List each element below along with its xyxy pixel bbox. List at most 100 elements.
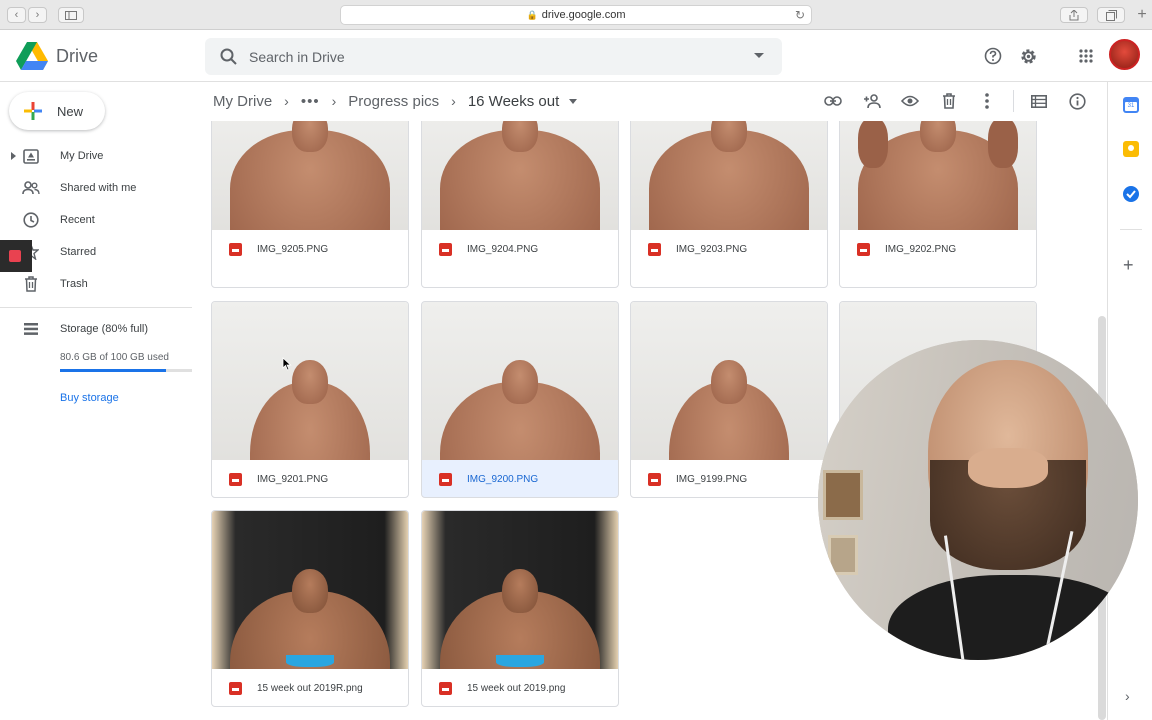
head-figure	[292, 569, 328, 613]
file-card[interactable]: IMG_9204.PNG	[421, 121, 619, 288]
file-thumbnail[interactable]	[212, 302, 408, 460]
people-icon	[22, 180, 40, 196]
avatar[interactable]	[1109, 39, 1140, 70]
file-thumbnail[interactable]	[422, 302, 618, 460]
file-thumbnail[interactable]	[631, 121, 827, 230]
back-button[interactable]: ‹	[7, 7, 26, 23]
file-thumbnail[interactable]	[212, 511, 408, 669]
new-tab-button[interactable]: +	[1132, 7, 1152, 23]
file-card[interactable]: 15 week out 2019R.png	[211, 510, 409, 707]
file-name: 15 week out 2019.png	[467, 683, 566, 694]
storage-progress-fill	[60, 369, 167, 372]
file-name: IMG_9203.PNG	[676, 244, 748, 255]
buy-storage-link[interactable]: Buy storage	[60, 392, 119, 404]
address-bar[interactable]: 🔒 drive.google.com ↻	[340, 5, 812, 25]
search-input[interactable]	[249, 38, 729, 75]
breadcrumb-current-folder[interactable]: 16 Weeks out	[468, 93, 559, 110]
search-icon	[220, 48, 237, 65]
sidebar-item-recent[interactable]: Recent	[0, 204, 192, 236]
image-file-icon	[439, 243, 452, 256]
file-card[interactable]: IMG_9200.PNG	[421, 301, 619, 498]
image-file-icon	[229, 682, 242, 695]
eye-icon[interactable]	[899, 90, 921, 112]
clock-icon	[22, 212, 40, 228]
breadcrumb: My Drive › ••• › Progress pics › 16 Week…	[213, 90, 578, 112]
new-button[interactable]: New	[9, 92, 105, 130]
sidebar-divider	[0, 307, 192, 308]
more-vert-icon[interactable]	[976, 90, 998, 112]
sidebar-item-my-drive[interactable]: My Drive	[0, 140, 192, 172]
screen: ‹ › 🔒 drive.google.com ↻ + Drive Search …	[0, 0, 1152, 720]
tabs-icon	[1105, 9, 1117, 21]
file-card[interactable]: IMG_9205.PNG	[211, 121, 409, 288]
sidebar-item-label: Trash	[60, 278, 88, 290]
arm-figure	[858, 121, 888, 168]
sidebar-item-label: Shared with me	[60, 182, 137, 194]
side-panel-divider	[1120, 229, 1142, 230]
chevron-down-icon[interactable]	[569, 98, 578, 104]
picture-frame	[823, 470, 863, 520]
share-icon	[1069, 9, 1079, 20]
image-file-icon	[439, 682, 452, 695]
plus-icon	[24, 102, 42, 120]
file-card[interactable]: IMG_9201.PNG	[211, 301, 409, 498]
sidebar-item-trash[interactable]: Trash	[0, 268, 192, 300]
breadcrumb-more[interactable]: •••	[301, 93, 320, 110]
trash-icon	[22, 276, 40, 292]
chevron-right-icon: ›	[331, 93, 337, 109]
info-icon[interactable]	[1066, 90, 1088, 112]
trash-icon[interactable]	[938, 90, 960, 112]
sidebar-item-label: Recent	[60, 214, 95, 226]
link-icon[interactable]	[822, 90, 844, 112]
file-thumbnail[interactable]	[212, 121, 408, 230]
storage-label[interactable]: Storage (80% full)	[60, 323, 148, 335]
my-drive-icon	[22, 148, 40, 164]
file-thumbnail[interactable]	[422, 121, 618, 230]
file-card[interactable]: IMG_9203.PNG	[630, 121, 828, 288]
image-file-icon	[857, 243, 870, 256]
file-card[interactable]: 15 week out 2019.png	[421, 510, 619, 707]
storage-used-text: 80.6 GB of 100 GB used	[60, 352, 169, 363]
arm-figure	[988, 121, 1018, 168]
add-addon-icon[interactable]: +	[1123, 255, 1134, 276]
search-box[interactable]	[205, 38, 782, 75]
calendar-icon[interactable]: 31	[1123, 97, 1139, 113]
file-thumbnail[interactable]	[422, 511, 618, 669]
chevron-right-icon[interactable]: ›	[1125, 688, 1130, 704]
sidebar-toggle-button[interactable]	[58, 7, 84, 23]
forward-button[interactable]: ›	[28, 7, 47, 23]
reload-icon[interactable]: ↻	[795, 8, 805, 22]
browser-toolbar: ‹ › 🔒 drive.google.com ↻ +	[0, 0, 1152, 30]
file-card[interactable]: IMG_9202.PNG	[839, 121, 1037, 288]
head-figure	[292, 121, 328, 152]
search-options-icon[interactable]	[754, 53, 764, 58]
sidebar-item-label: Starred	[60, 246, 97, 258]
new-button-label: New	[57, 103, 84, 119]
file-name: IMG_9204.PNG	[467, 244, 539, 255]
breadcrumb-progress-pics[interactable]: Progress pics	[348, 93, 439, 110]
list-view-icon[interactable]	[1028, 90, 1050, 112]
share-button[interactable]	[1060, 7, 1088, 23]
drive-logo[interactable]: Drive	[16, 42, 98, 70]
gear-icon[interactable]	[1016, 44, 1040, 68]
file-card[interactable]: IMG_9199.PNG	[630, 301, 828, 498]
file-thumbnail[interactable]	[840, 121, 1036, 230]
storage-icon	[24, 323, 38, 335]
storage-progress-bar	[60, 369, 192, 372]
help-circle-icon[interactable]	[981, 44, 1005, 68]
sidebar-item-label: My Drive	[60, 150, 104, 162]
grid-apps-icon[interactable]	[1074, 44, 1098, 68]
chevron-right-icon: ›	[451, 93, 456, 109]
file-thumbnail[interactable]	[631, 302, 827, 460]
sidebar-item-shared[interactable]: Shared with me	[0, 172, 192, 204]
breadcrumb-my-drive[interactable]: My Drive	[213, 93, 272, 110]
image-file-icon	[439, 473, 452, 486]
app-name: Drive	[56, 45, 99, 66]
file-name: 15 week out 2019R.png	[257, 683, 363, 694]
image-file-icon	[648, 243, 661, 256]
tasks-icon[interactable]	[1123, 186, 1139, 202]
app-header: Drive	[0, 30, 1152, 82]
keep-icon[interactable]	[1123, 141, 1139, 157]
add-person-icon[interactable]	[861, 90, 883, 112]
tabs-button[interactable]	[1097, 7, 1125, 23]
